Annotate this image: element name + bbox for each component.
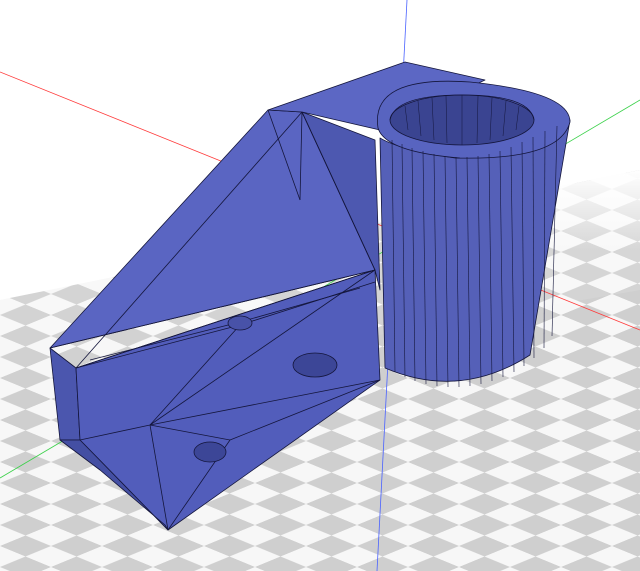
mesh-boss xyxy=(227,315,253,331)
mesh-hole xyxy=(292,352,338,378)
mesh-hole xyxy=(193,441,227,463)
viewport-canvas[interactable] xyxy=(0,0,640,571)
3d-viewport[interactable] xyxy=(0,0,640,571)
